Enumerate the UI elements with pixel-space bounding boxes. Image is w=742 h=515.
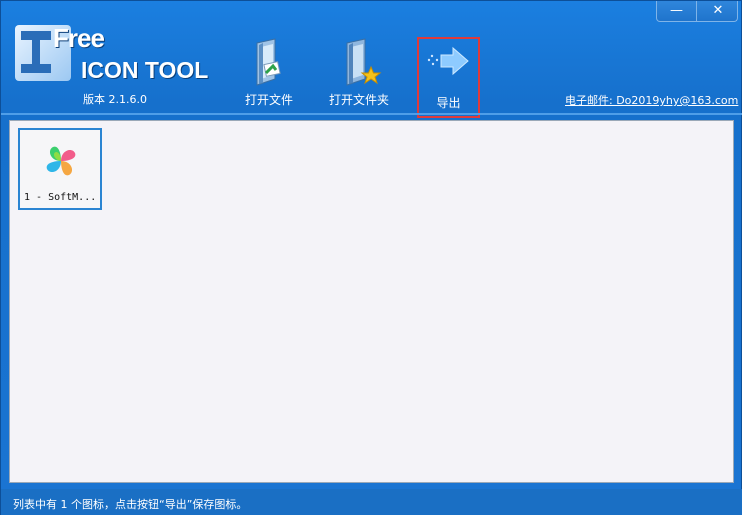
minimize-button[interactable]: —	[657, 1, 697, 21]
email-link[interactable]: 电子邮件: Do2019yhy@163.com	[565, 92, 738, 108]
logo-text-name: ICON TOOL	[81, 57, 209, 83]
list-item[interactable]: 1 - SoftM...	[18, 128, 102, 210]
export-label: 导出	[436, 96, 461, 110]
icon-list[interactable]: 1 - SoftM...	[9, 120, 734, 483]
status-text: 列表中有 1 个图标，点击按钮“导出”保存图标。	[13, 498, 248, 511]
export-arrow-icon	[419, 39, 478, 89]
header-divider	[1, 113, 742, 115]
status-bar: 列表中有 1 个图标，点击按钮“导出”保存图标。	[1, 489, 742, 515]
version-label: 版本 2.1.6.0	[83, 93, 147, 106]
logo-text-free: Free	[53, 23, 105, 53]
open-folder-label: 打开文件夹	[328, 93, 389, 107]
window-controls: — ✕	[656, 1, 738, 22]
open-folder-icon	[319, 37, 399, 87]
open-file-icon	[229, 37, 309, 87]
open-file-button[interactable]: 打开文件	[229, 37, 309, 111]
open-file-label: 打开文件	[244, 93, 293, 107]
app-logo: Free ICON TOOL	[15, 23, 225, 93]
open-folder-button[interactable]: 打开文件夹	[319, 37, 399, 111]
header: Free ICON TOOL 版本 2.1.6.0 打开文件 打开文件夹 导出 …	[1, 1, 742, 118]
app-window: Free ICON TOOL 版本 2.1.6.0 打开文件 打开文件夹 导出 …	[0, 0, 742, 515]
close-button[interactable]: ✕	[698, 1, 738, 21]
list-item-name: 1 - SoftM...	[24, 192, 97, 203]
softmgr-petal-icon	[44, 144, 78, 178]
export-button[interactable]: 导出	[417, 37, 480, 118]
